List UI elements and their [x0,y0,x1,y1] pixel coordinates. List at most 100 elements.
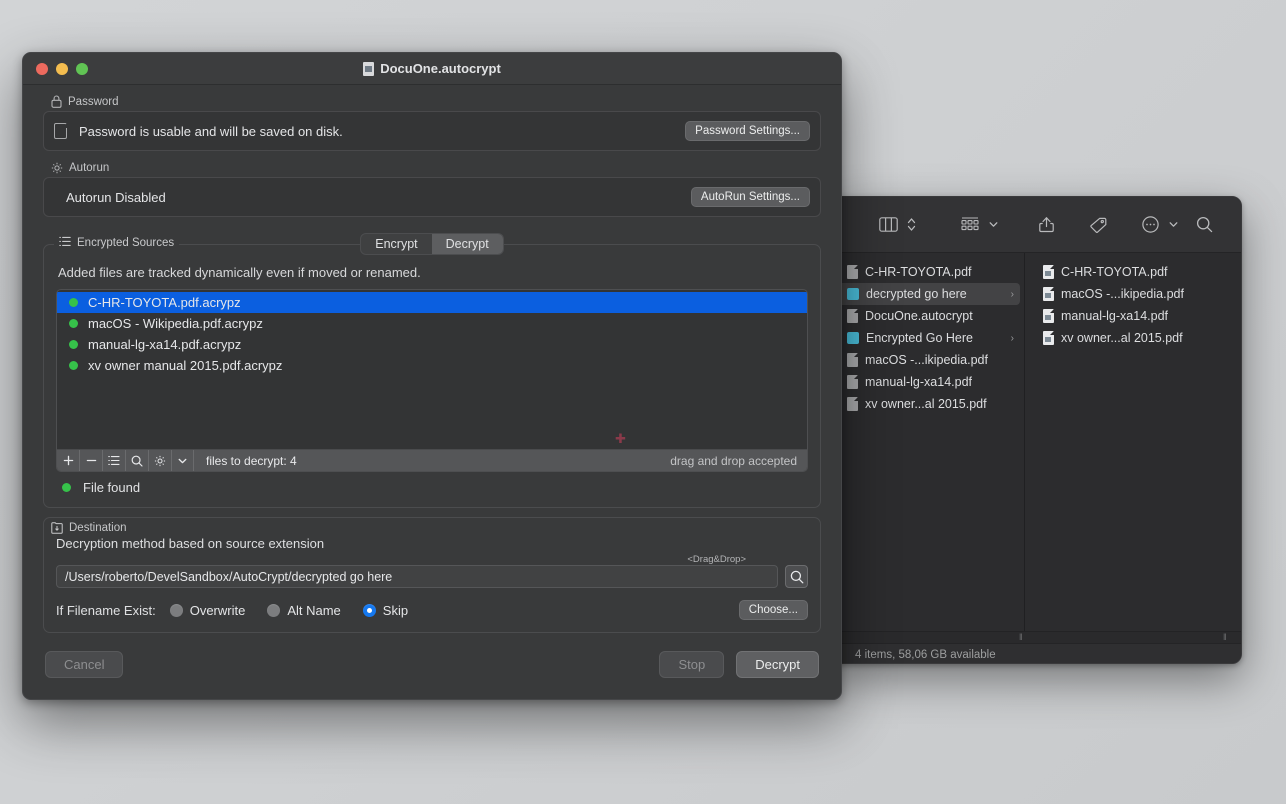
list-item-label: xv owner...al 2015.pdf [865,397,1014,411]
list-item[interactable]: macOS -...ikipedia.pdf [837,349,1020,371]
column-view-icon[interactable] [873,211,903,239]
tab-group: Encrypt Decrypt [360,233,503,255]
tab-encrypt[interactable]: Encrypt [361,234,431,254]
encrypted-sources-title-text: Encrypted Sources [77,237,174,249]
close-button[interactable] [36,63,48,75]
tracking-hint: Added files are tracked dynamically even… [58,265,808,280]
minimize-button[interactable] [56,63,68,75]
file-name: C-HR-TOYOTA.pdf.acrypz [88,295,241,310]
cancel-button[interactable]: Cancel [45,651,123,678]
sources-toolbar: files to decrypt: 4 drag and drop accept… [57,449,807,471]
finder-column-two[interactable]: C-HR-TOYOTA.pdf macOS -...ikipedia.pdf m… [1025,253,1241,631]
column-resize-handle[interactable]: ‖ [1019,633,1022,642]
radio-label: Alt Name [287,603,340,618]
list-item[interactable]: xv owner...al 2015.pdf [837,393,1020,415]
window-content: Password Password is usable and will be … [23,85,841,678]
destination-path-row: /Users/roberto/DevelSandbox/AutoCrypt/de… [56,565,808,588]
list-item-label: Encrypted Go Here [866,331,1007,345]
pdf-icon [1043,331,1054,345]
status-dot-found [69,298,78,307]
radio-alt-name[interactable]: Alt Name [267,603,340,618]
decrypt-button[interactable]: Decrypt [736,651,819,678]
password-panel: Password is usable and will be saved on … [43,111,821,151]
more-ellipsis-icon[interactable] [1135,211,1165,239]
minus-icon[interactable] [80,450,103,472]
table-row[interactable]: xv owner manual 2015.pdf.acrypz [57,355,807,376]
radio-label: Skip [383,603,408,618]
tag-icon[interactable] [1083,211,1113,239]
status-dot-found [69,319,78,328]
list-item[interactable]: decrypted go here › [837,283,1020,305]
document-icon [363,62,374,76]
chevron-right-icon: › [1011,333,1014,344]
list-icon[interactable] [103,450,126,472]
autorun-settings-button[interactable]: AutoRun Settings... [691,187,810,207]
list-item-label: macOS -...ikipedia.pdf [865,353,1014,367]
document-icon [847,375,858,389]
filename-exists-row: If Filename Exist: Overwrite Alt Name Sk… [56,600,808,620]
status-dot-found [62,483,71,492]
updown-chevron-icon[interactable] [903,211,919,239]
table-row[interactable]: manual-lg-xa14.pdf.acrypz [57,334,807,355]
list-item-label: manual-lg-xa14.pdf [865,375,1014,389]
list-item[interactable]: macOS -...ikipedia.pdf [1029,283,1237,305]
decryption-method-text: Decryption method based on source extens… [56,536,808,551]
stop-button[interactable]: Stop [659,651,724,678]
arrange-group [955,211,1001,239]
zoom-button[interactable] [76,63,88,75]
document-icon [54,123,67,139]
plus-icon[interactable] [57,450,80,472]
page-title: DocuOne.autocrypt [380,61,501,76]
traffic-lights [23,63,88,75]
drop-cursor-marker: ✚ [615,432,626,445]
autocrypt-window[interactable]: DocuOne.autocrypt Password Password is u… [22,52,842,700]
pdf-icon [1043,265,1054,279]
list-item[interactable]: manual-lg-xa14.pdf [1029,305,1237,327]
destination-path-input[interactable]: /Users/roberto/DevelSandbox/AutoCrypt/de… [56,565,778,588]
choose-button[interactable]: Choose... [739,600,808,620]
chevron-down-icon[interactable] [172,450,194,472]
table-row[interactable]: macOS - Wikipedia.pdf.acrypz [57,313,807,334]
radio-button[interactable] [170,604,183,617]
encrypted-sources-title: Encrypted Sources [54,236,179,250]
files-count-label: files to decrypt: 4 [206,454,670,468]
radio-button[interactable] [267,604,280,617]
document-icon [847,353,858,367]
chevron-down-icon-arrange[interactable] [985,211,1001,239]
column-resize-handle[interactable]: ‖ [1223,633,1226,642]
radio-button[interactable] [363,604,376,617]
search-icon[interactable] [1189,211,1219,239]
sources-list[interactable]: C-HR-TOYOTA.pdf.acrypz macOS - Wikipedia… [57,290,807,449]
list-item[interactable]: xv owner...al 2015.pdf [1029,327,1237,349]
list-item[interactable]: C-HR-TOYOTA.pdf [1029,261,1237,283]
password-status-text: Password is usable and will be saved on … [79,124,685,139]
radio-overwrite[interactable]: Overwrite [170,603,246,618]
list-item[interactable]: manual-lg-xa14.pdf [837,371,1020,393]
list-item[interactable]: Encrypted Go Here › [837,327,1020,349]
radio-label: Overwrite [190,603,246,618]
autorun-status-row: Autorun Disabled AutoRun Settings... [44,178,820,216]
password-settings-button[interactable]: Password Settings... [685,121,810,141]
autorun-label-text: Autorun [69,162,109,174]
list-item-label: macOS -...ikipedia.pdf [1061,287,1231,301]
radio-skip[interactable]: Skip [363,603,408,618]
grid-view-icon[interactable] [955,211,985,239]
list-item-label: manual-lg-xa14.pdf [1061,309,1231,323]
autorun-panel: Autorun Disabled AutoRun Settings... [43,177,821,217]
file-name: manual-lg-xa14.pdf.acrypz [88,337,241,352]
list-item[interactable]: C-HR-TOYOTA.pdf [837,261,1020,283]
gear-icon[interactable] [149,450,172,472]
list-item[interactable]: DocuOne.autocrypt [837,305,1020,327]
table-row[interactable]: C-HR-TOYOTA.pdf.acrypz [57,292,807,313]
finder-window[interactable]: C-HR-TOYOTA.pdf decrypted go here › Docu… [832,196,1242,664]
chevron-down-icon-more[interactable] [1165,211,1181,239]
finder-column-one[interactable]: C-HR-TOYOTA.pdf decrypted go here › Docu… [833,253,1025,631]
search-icon[interactable] [126,450,149,472]
status-legend: File found [56,480,808,495]
pdf-icon [1043,309,1054,323]
tab-decrypt[interactable]: Decrypt [432,234,503,254]
search-icon[interactable] [785,565,808,588]
status-legend-label: File found [83,480,140,495]
drag-drop-label: <Drag&Drop> [687,554,746,565]
share-icon[interactable] [1031,211,1061,239]
